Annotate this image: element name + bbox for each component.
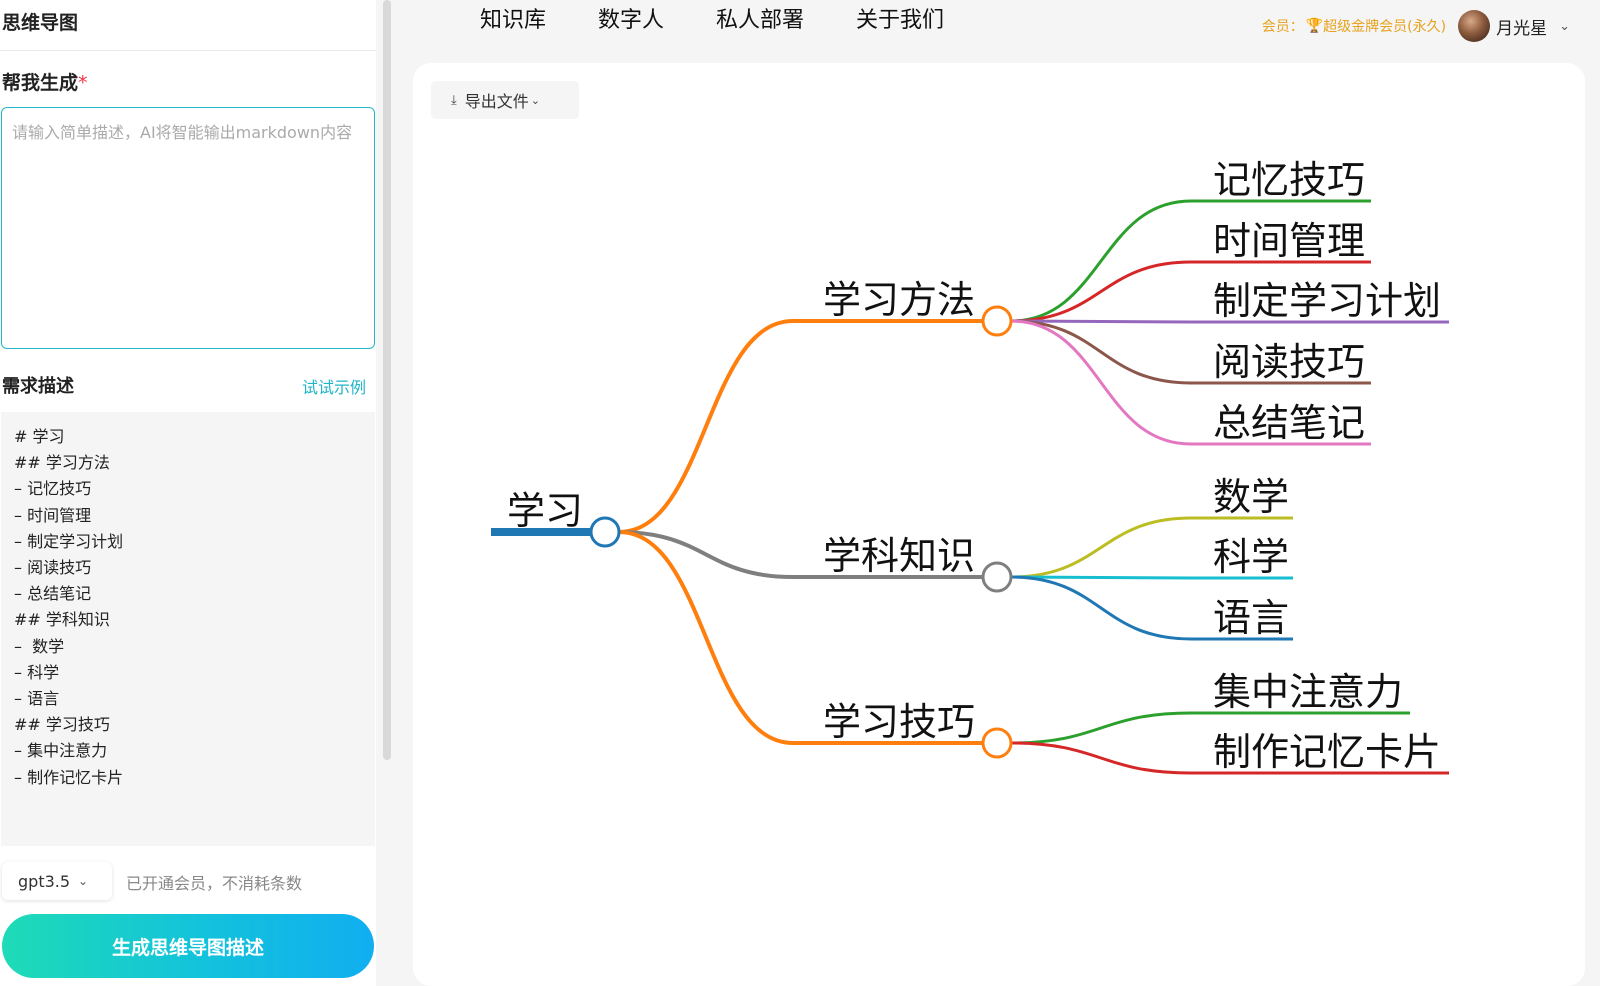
mindmap-node[interactable]: 记忆技巧 bbox=[1213, 158, 1365, 202]
node-collapse-toggle[interactable] bbox=[981, 561, 1013, 593]
user-name: 月光星 bbox=[1496, 18, 1548, 39]
markdown-line: – 科学 bbox=[14, 662, 60, 682]
download-icon: ⤓ bbox=[451, 92, 457, 108]
markdown-line: – 语言 bbox=[14, 689, 60, 709]
medal-icon: 🏆 bbox=[1305, 18, 1324, 34]
member-label: 会员： bbox=[1261, 19, 1304, 35]
requirement-label: 需求描述 bbox=[2, 376, 74, 397]
mindmap-branch-node[interactable]: 学习技巧 bbox=[823, 700, 975, 744]
model-select-value: gpt3.5 bbox=[18, 871, 71, 891]
mindmap-node[interactable]: 集中注意力 bbox=[1213, 670, 1403, 714]
generate-label: 帮我生成* bbox=[2, 68, 88, 95]
node-collapse-toggle[interactable] bbox=[981, 727, 1013, 759]
mindmap-node[interactable]: 总结笔记 bbox=[1213, 401, 1365, 445]
prompt-input[interactable]: 请输入简单描述，AI将智能输出markdown内容 bbox=[1, 107, 375, 349]
mindmap-root-node[interactable]: 学习 bbox=[507, 489, 583, 533]
branch-link bbox=[618, 319, 794, 534]
branch-link bbox=[618, 530, 794, 745]
markdown-line: – 总结笔记 bbox=[14, 584, 92, 604]
node-collapse-toggle[interactable] bbox=[981, 305, 1013, 337]
top-nav: 知识库 数字人 私人部署 关于我们 bbox=[480, 0, 944, 36]
user-menu[interactable]: 会员： 🏆 超级金牌会员(永久) 月光星 ⌄ bbox=[1262, 10, 1570, 42]
nav-item-private-deploy[interactable]: 私人部署 bbox=[716, 0, 804, 36]
try-example-link[interactable]: 试试示例 bbox=[302, 374, 366, 398]
child-link bbox=[1010, 260, 1192, 323]
markdown-line: – 记忆技巧 bbox=[14, 479, 92, 499]
markdown-line: # 学习 bbox=[14, 427, 65, 446]
child-link bbox=[1010, 319, 1192, 446]
mindmap-svg[interactable]: 记忆技巧时间管理制定学习计划阅读技巧总结笔记 学习方法数学科学语言 学科知识集中注意… bbox=[413, 63, 1585, 986]
markdown-line: – 制作记忆卡片 bbox=[14, 767, 124, 787]
child-link bbox=[1010, 711, 1192, 745]
generate-label-text: 帮我生成 bbox=[2, 72, 79, 94]
required-mark: * bbox=[78, 72, 88, 94]
child-link bbox=[1010, 575, 1192, 641]
child-link bbox=[1010, 319, 1192, 385]
sidebar: 思维导图 帮我生成* 请输入简单描述，AI将智能输出markdown内容 需求描… bbox=[0, 0, 376, 986]
mindmap-branch-node[interactable]: 学习方法 bbox=[823, 278, 975, 322]
nav-item-about-us[interactable]: 关于我们 bbox=[856, 0, 944, 36]
mindmap-node[interactable]: 数学 bbox=[1213, 475, 1289, 519]
chevron-down-icon: ⌄ bbox=[530, 93, 540, 107]
export-file-button[interactable]: ⤓ 导出文件 ⌄ bbox=[431, 81, 579, 119]
markdown-line: ## 学科知识 bbox=[14, 610, 110, 630]
child-link bbox=[1010, 516, 1192, 579]
mindmap-node[interactable]: 时间管理 bbox=[1213, 219, 1365, 263]
mindmap-node[interactable]: 制作记忆卡片 bbox=[1213, 730, 1441, 774]
member-level: 超级金牌会员(永久) bbox=[1323, 19, 1447, 35]
mindmap-node[interactable]: 制定学习计划 bbox=[1213, 279, 1441, 323]
avatar[interactable] bbox=[1458, 10, 1491, 42]
markdown-line: – 集中注意力 bbox=[14, 741, 108, 761]
mindmap-canvas: 记忆技巧时间管理制定学习计划 阅读技巧总结笔记 学习方法数学科学语言 学科知识集中注意… bbox=[413, 63, 1585, 986]
export-file-label: 导出文件 bbox=[464, 92, 529, 111]
markdown-editor[interactable]: # 学习 ## 学习方法 – 记忆技巧 – 时间管理 – 制定学习计划 – 阅读技巧 – 总… bbox=[1, 412, 375, 846]
markdown-line: – 阅读技巧 bbox=[14, 558, 92, 578]
mindmap-node[interactable]: 语言 bbox=[1213, 596, 1289, 640]
chevron-down-icon: ⌄ bbox=[78, 874, 89, 888]
node-collapse-toggle[interactable] bbox=[589, 516, 621, 548]
sidebar-scrollbar[interactable] bbox=[383, 0, 391, 760]
markdown-line: – 数学 bbox=[14, 636, 65, 656]
markdown-line: ## 学习方法 bbox=[14, 453, 110, 473]
quota-note: 已开通会员，不消耗条数 bbox=[126, 874, 303, 893]
markdown-line: – 时间管理 bbox=[14, 505, 92, 525]
model-select[interactable]: gpt3.5 ⌄ bbox=[2, 862, 112, 900]
markdown-line: ## 学习技巧 bbox=[14, 715, 110, 735]
divider bbox=[0, 50, 376, 51]
child-link bbox=[1010, 741, 1192, 775]
mindmap-branch-node[interactable]: 学科知识 bbox=[823, 534, 975, 578]
mindmap-node[interactable]: 科学 bbox=[1213, 535, 1289, 579]
nav-item-knowledge-base[interactable]: 知识库 bbox=[480, 0, 546, 36]
generate-button[interactable]: 生成思维导图描述 bbox=[2, 914, 374, 978]
chevron-down-icon[interactable]: ⌄ bbox=[1559, 19, 1570, 34]
sidebar-title: 思维导图 bbox=[2, 12, 79, 34]
nav-item-digital-human[interactable]: 数字人 bbox=[598, 0, 664, 36]
child-link bbox=[1010, 199, 1192, 323]
mindmap-node[interactable]: 阅读技巧 bbox=[1213, 340, 1365, 384]
markdown-line: – 制定学习计划 bbox=[14, 531, 124, 551]
